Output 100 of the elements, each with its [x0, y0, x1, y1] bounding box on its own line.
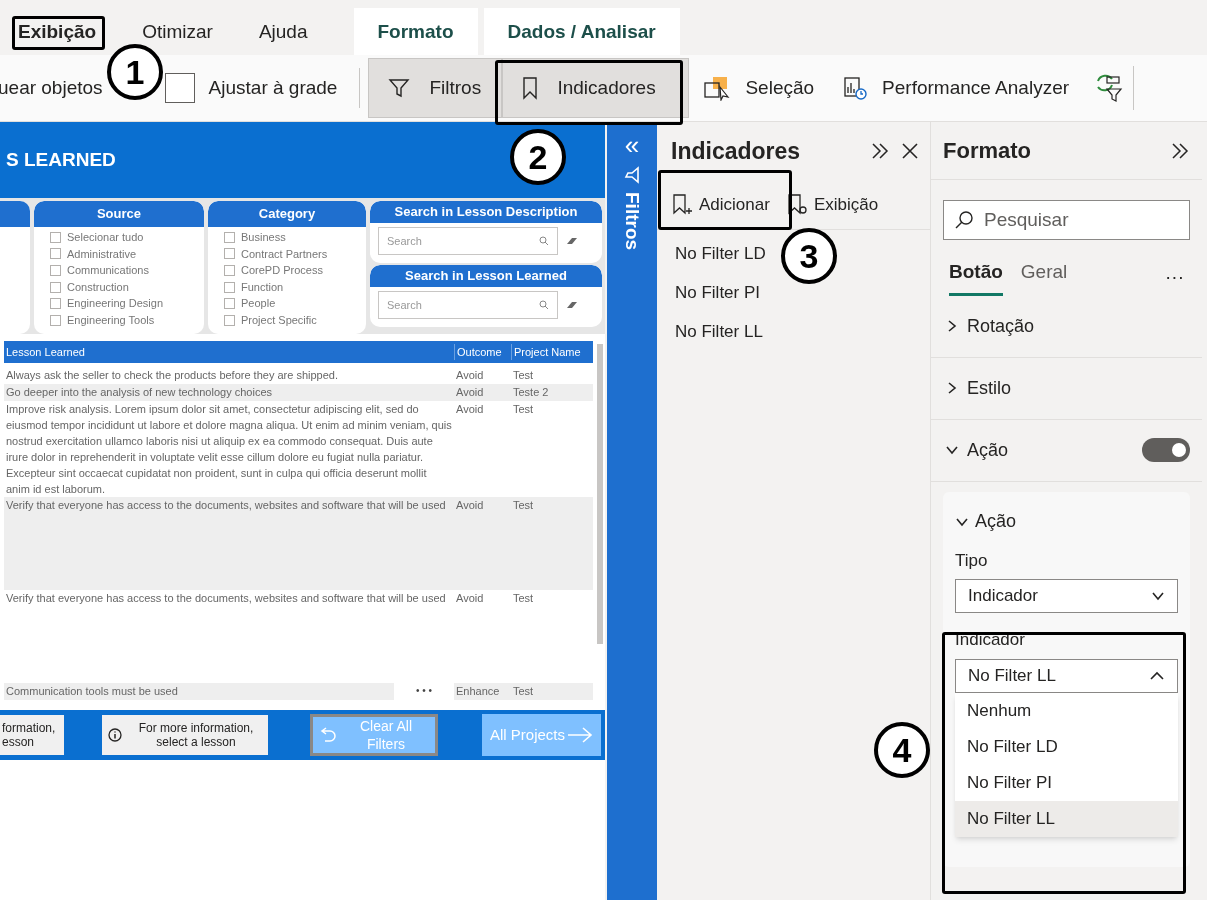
section-header[interactable]: Rotação [967, 312, 1035, 340]
expand-button[interactable]: « [624, 132, 640, 158]
column-header[interactable]: Lesson Learned [4, 343, 454, 361]
bookmark-dropdown[interactable]: No Filter LL [955, 658, 1178, 693]
toolbar-label[interactable]: uear objetos [0, 73, 103, 103]
bookmark-item[interactable]: No Filter LL [675, 312, 763, 351]
slicer-option: Function [241, 278, 284, 296]
field-label: Indicador [955, 629, 1026, 651]
table-cell-text: Improve risk analysis. Lorem ipsum dolor sit amet, consectetur adipiscing elit, sed do eiusmod tempor incididunt ut labore et dolore magna aliqua. Ut enim ad minim veniam, quis nostrud exercitation ullamco laboris nisi ut aliquip ex ea commodo consequat. Duis aute irure dolor in reprehenderit in voluptate velit esse cillum dolore eu fugiat nulla pariatur. Excepteur sint occaecat cupidatat non proident, sunt in culpa qui officia deserunt mollit anim id est laborum. [5, 402, 453, 497]
table-cell-text: Always ask the seller to check the products before they are shipped. [5, 368, 339, 383]
search-icon [539, 236, 549, 246]
bookmark-icon [521, 76, 540, 100]
search-icon [539, 300, 549, 310]
table-cell-text: Enhance [455, 684, 501, 699]
table-cell-text: Avoid [455, 385, 485, 400]
bookmark-item[interactable]: No Filter LD [675, 234, 766, 273]
ribbon-button[interactable]: Performance Analyzer [828, 58, 1084, 118]
slicer-checkbox[interactable] [224, 281, 235, 293]
slicer-checkbox[interactable] [50, 231, 61, 243]
ribbon-tab[interactable]: Formato [353, 8, 478, 55]
scrollbar[interactable] [597, 344, 603, 644]
table-cell-text: Avoid [455, 591, 485, 606]
slicer-checkbox[interactable] [50, 314, 61, 326]
ribbon-tab[interactable]: Dados / Analisar [483, 8, 680, 55]
type-dropdown[interactable]: Indicador [955, 579, 1178, 613]
ribbon-button[interactable]: Seleção [689, 58, 829, 118]
filters-label[interactable]: Filtros [617, 192, 647, 251]
search-card-title: Search in Lesson Description [370, 201, 602, 223]
filter-icon [623, 166, 641, 184]
section-header[interactable]: Ação [967, 436, 1009, 464]
slicer-option: Administrative [67, 245, 137, 263]
dropdown-option[interactable]: No Filter LL [955, 800, 1178, 837]
slicer-option: Business [241, 229, 286, 246]
bookmark-action-button[interactable]: Exibição [785, 191, 879, 218]
bookmark-item[interactable]: No Filter PI [675, 273, 761, 312]
slicer-checkbox[interactable] [224, 265, 235, 276]
table-cell-text: Test [512, 498, 535, 513]
slicer-checkbox[interactable] [50, 248, 61, 260]
bookmark-action-button[interactable]: Adicionar [671, 191, 770, 218]
table-cell-text: Verify that everyone has access to the documents, websites and software that will be used [5, 591, 447, 606]
dropdown-option[interactable]: Nenhum [955, 692, 1178, 729]
field-label: Tipo [955, 549, 989, 572]
slicer-title: Category [208, 201, 366, 227]
search-field[interactable]: Pesquisar [943, 200, 1190, 240]
more-options-icon[interactable]: • • • [394, 683, 454, 700]
info-icon [108, 728, 122, 742]
table-cell-text: Test [512, 684, 535, 699]
slicer-option: Contract Partners [241, 245, 328, 263]
slicer-checkbox[interactable] [224, 314, 235, 326]
slicer-checkbox[interactable] [50, 281, 61, 293]
pane-title: Formato [943, 137, 1031, 165]
section-header[interactable]: Estilo [967, 374, 1011, 402]
table-cell-text: Avoid [455, 498, 485, 513]
bookmark-add-icon [671, 192, 693, 217]
slicer-checkbox[interactable] [50, 265, 61, 276]
format-tab[interactable]: Geral [1020, 258, 1068, 296]
slicer-option: People [241, 295, 276, 312]
checkbox-label: Ajustar à grade [208, 75, 338, 100]
info-text: For more information, select a lesson [137, 721, 255, 749]
selection-icon [703, 75, 732, 101]
slicer-checkbox[interactable] [224, 298, 235, 310]
eraser-icon[interactable] [566, 300, 578, 310]
search-icon [954, 210, 974, 230]
arrow-right-icon [567, 726, 593, 744]
table-cell-text: Verify that everyone has access to the documents, websites and software that will be used [5, 498, 447, 513]
dropdown-option[interactable]: No Filter LD [955, 728, 1178, 765]
column-header[interactable]: Project Name [511, 343, 588, 361]
eraser-icon[interactable] [566, 236, 578, 246]
grid-checkbox[interactable] [164, 73, 195, 103]
slicer-checkbox[interactable] [224, 231, 235, 243]
table-cell-text: Test [512, 368, 535, 383]
table-cell-text: Avoid [455, 368, 485, 383]
table-cell-text: Avoid [455, 402, 485, 417]
slicer-option: Selecionar tudo [67, 229, 144, 246]
toggle-switch[interactable] [1142, 438, 1190, 462]
filters-pane[interactable]: « Filtros [607, 122, 657, 900]
ribbon-tab[interactable]: Exibição [18, 8, 97, 55]
info-text: formation, esson [1, 721, 56, 749]
slicer-option: Engineering Design [67, 295, 163, 312]
slicer-checkbox[interactable] [224, 248, 235, 260]
search-card-title: Search in Lesson Learned [370, 265, 602, 287]
pane-title: Indicadores [671, 136, 801, 166]
ribbon-toggle-button[interactable]: Indicadores [502, 58, 690, 118]
table-cell-text: Teste 2 [512, 385, 550, 400]
collapse-icon[interactable] [1170, 140, 1190, 161]
slicer-option: Engineering Tools [67, 312, 155, 329]
slicer-checkbox[interactable] [50, 298, 61, 310]
more-options-icon[interactable]: ··· [1165, 262, 1184, 291]
bookmark-view-icon [785, 192, 808, 217]
column-header[interactable]: Outcome [454, 343, 511, 361]
dropdown-option[interactable]: No Filter PI [955, 764, 1178, 801]
ribbon-tab[interactable]: Ajuda [258, 8, 308, 55]
close-icon[interactable] [900, 141, 920, 161]
card-header[interactable]: Ação [975, 508, 1017, 535]
slicer-option: Construction [67, 278, 129, 296]
ribbon-toggle-button[interactable]: Filtros [368, 58, 503, 118]
collapse-icon[interactable] [870, 141, 890, 161]
format-tab[interactable]: Botão [949, 258, 1003, 296]
slicer-option: Communications [67, 262, 149, 279]
slicer-title: Source [34, 201, 204, 227]
